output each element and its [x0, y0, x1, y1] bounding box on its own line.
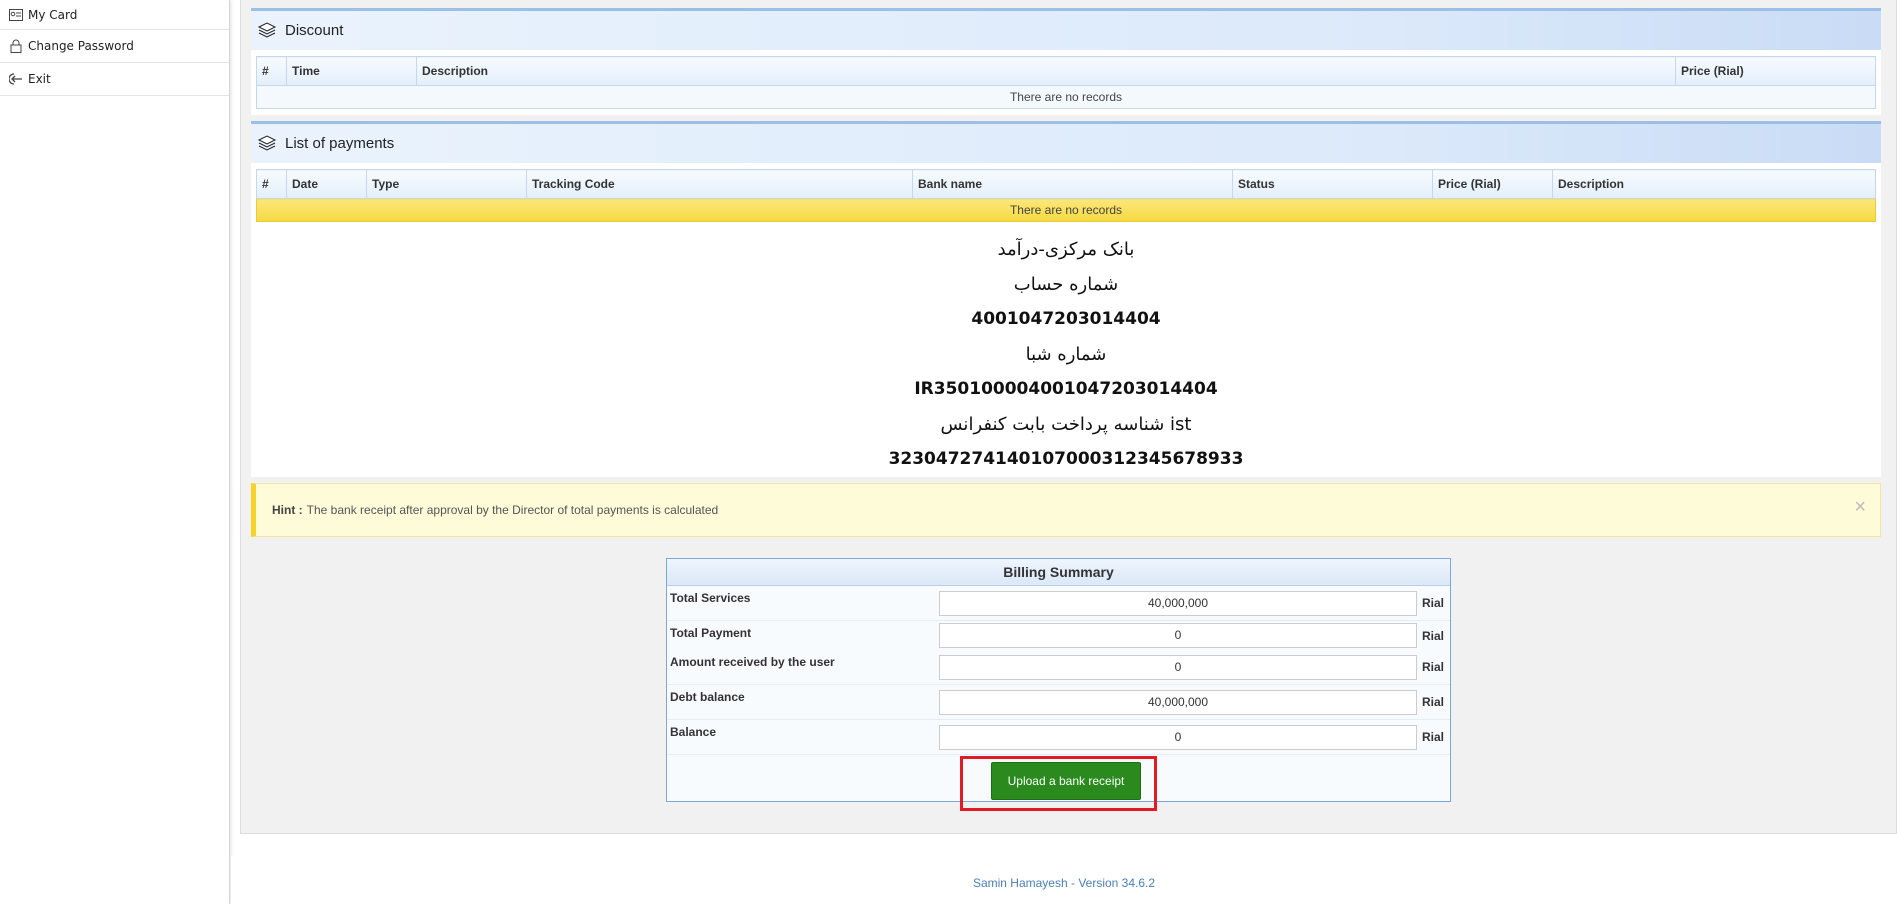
money-stack-icon [257, 134, 277, 151]
billing-summary-title: Billing Summary [667, 559, 1450, 586]
payments-title: List of payments [285, 135, 395, 152]
billing-label: Amount received by the user [670, 655, 835, 669]
debt-balance-field: 40,000,000 [939, 689, 1417, 715]
payment-id-label: شناسه پرداخت بابت کنفرانس ist [940, 414, 1192, 435]
column-header[interactable]: Description [1552, 169, 1876, 199]
upload-highlight-box: Upload a bank receipt [960, 755, 1157, 811]
discount-table: # Time Description Price (Rial) There ar… [256, 56, 1876, 109]
billing-row-total-services: Total Services 40,000,000 Rial [667, 586, 1450, 621]
close-icon[interactable]: × [1854, 496, 1866, 519]
column-header[interactable]: Type [366, 169, 527, 199]
account-number: 4001047203014404 [971, 309, 1161, 329]
sidebar-item-label: My Card [28, 7, 78, 22]
total-payment-field: 0 [939, 623, 1417, 648]
empty-records-message: There are no records [256, 85, 1876, 109]
billing-label: Total Services [670, 591, 751, 605]
total-services-field: 40,000,000 [939, 590, 1417, 616]
billing-row-total-payment: Total Payment 0 Rial [667, 621, 1450, 650]
currency-unit: Rial [1422, 660, 1445, 674]
balance-field: 0 [939, 724, 1417, 750]
column-header[interactable]: Description [416, 56, 1676, 86]
account-number-label: شماره حساب [1013, 274, 1119, 295]
version-text[interactable]: Samin Hamayesh - Version 34.6.2 [973, 876, 1155, 890]
sidebar-item-label: Exit [28, 72, 51, 86]
bank-name: بانک مرکزی-درآمد [997, 239, 1135, 260]
billing-footer: Upload a bank receipt [667, 755, 1450, 811]
id-card-icon [8, 7, 24, 23]
billing-row-amount-received: Amount received by the user 0 Rial [667, 650, 1450, 685]
billing-label: Balance [670, 725, 717, 739]
empty-records-message: There are no records [256, 198, 1876, 222]
billing-summary: Billing Summary Total Services 40,000,00… [666, 558, 1451, 811]
upload-bank-receipt-button[interactable]: Upload a bank receipt [991, 761, 1141, 800]
payments-table: # Date Type Tracking Code Bank name Stat… [256, 169, 1876, 222]
discount-title: Discount [285, 22, 344, 39]
currency-unit: Rial [1422, 730, 1445, 744]
column-header[interactable]: Status [1232, 169, 1433, 199]
sidebar-item-label: Change Password [28, 39, 134, 53]
column-header[interactable]: # [256, 169, 287, 199]
sidebar-item-exit[interactable]: Exit [0, 63, 229, 96]
sidebar-item-change-password[interactable]: Change Password [0, 30, 229, 63]
column-header[interactable]: Price (Rial) [1432, 169, 1553, 199]
money-stack-icon [257, 21, 277, 38]
column-header[interactable]: Time [286, 56, 417, 86]
hint-alert: Hint : The bank receipt after approval b… [251, 483, 1881, 537]
bank-account-info: بانک مرکزی-درآمد شماره حساب 400104720301… [251, 228, 1881, 477]
billing-label: Debt balance [670, 690, 745, 704]
hint-label: Hint : [272, 503, 303, 517]
column-header[interactable]: Price (Rial) [1675, 56, 1876, 86]
main-content: Discount # Time Description Price (Rial)… [240, 0, 1897, 834]
currency-unit: Rial [1422, 628, 1445, 643]
payments-panel: List of payments # Date Type Tracking Co… [251, 121, 1881, 228]
currency-unit: Rial [1422, 695, 1445, 709]
amount-received-field: 0 [939, 654, 1417, 680]
discount-panel-header: Discount [251, 8, 1881, 50]
sidebar-item-my-card[interactable]: My Card [0, 0, 229, 30]
sheba-label: شماره شبا [1025, 344, 1107, 365]
column-header[interactable]: Tracking Code [526, 169, 913, 199]
page-footer: Samin Hamayesh - Version 34.6.2 [231, 856, 1897, 904]
billing-label: Total Payment [670, 626, 752, 640]
payments-panel-header: List of payments [251, 121, 1881, 163]
sidebar: My Card Change Password Exit [0, 0, 230, 904]
billing-row-debt-balance: Debt balance 40,000,000 Rial [667, 685, 1450, 720]
column-header[interactable]: # [256, 56, 287, 86]
hint-text: The bank receipt after approval by the D… [306, 503, 719, 517]
lock-icon [8, 38, 24, 54]
billing-row-balance: Balance 0 Rial [667, 720, 1450, 755]
logout-icon [8, 71, 24, 87]
discount-panel: Discount # Time Description Price (Rial)… [251, 8, 1881, 115]
column-header[interactable]: Date [286, 169, 367, 199]
sheba-number: IR350100004001047203014404 [914, 379, 1218, 399]
currency-unit: Rial [1422, 596, 1445, 610]
payment-id: 323047274140107000312345678933 [888, 449, 1244, 469]
column-header[interactable]: Bank name [912, 169, 1233, 199]
